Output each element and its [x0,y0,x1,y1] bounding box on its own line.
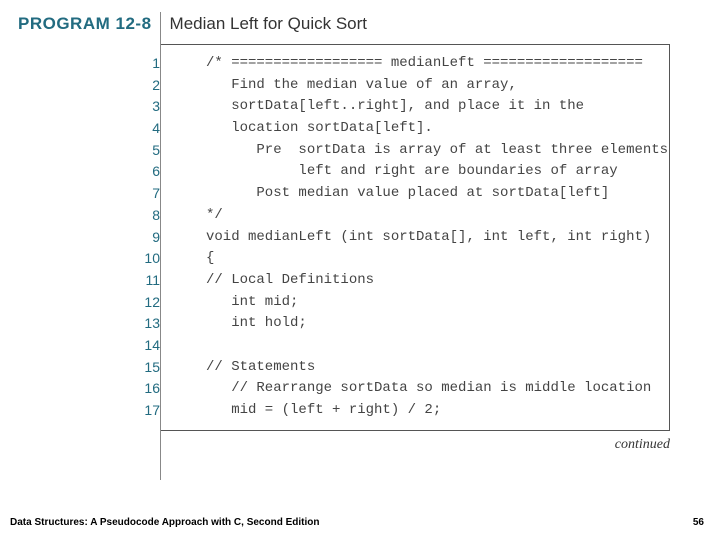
code-line: 16 // Rearrange sortData so median is mi… [172,378,657,400]
code-line: 2 Find the median value of an array, [172,75,657,97]
code-line: 15// Statements [172,357,657,379]
code-line: 17 mid = (left + right) / 2; [172,400,657,422]
vertical-rule [160,12,161,480]
code-line: 7 Post median value placed at sortData[l… [172,183,657,205]
code-line: 4 location sortData[left]. [172,118,657,140]
code-line: 11// Local Definitions [172,270,657,292]
code-line: 10{ [172,248,657,270]
code-line: 9void medianLeft (int sortData[], int le… [172,227,657,249]
code-line: 12 int mid; [172,292,657,314]
program-title: Median Left for Quick Sort [170,14,367,34]
code-listing-box: 1/* ================== medianLeft ======… [160,44,670,431]
footer-book-title: Data Structures: A Pseudocode Approach w… [10,517,319,528]
code-line: 1/* ================== medianLeft ======… [172,53,657,75]
program-label: PROGRAM 12-8 [18,14,152,34]
code-line: 13 int hold; [172,313,657,335]
code-line: 6 left and right are boundaries of array [172,161,657,183]
code-line: 3 sortData[left..right], and place it in… [172,96,657,118]
code-line: 5 Pre sortData is array of at least thre… [172,140,657,162]
page-number: 56 [693,517,704,528]
continued-label: continued [0,437,670,453]
code-line: 14 [172,335,657,357]
code-line: 8*/ [172,205,657,227]
program-header: PROGRAM 12-8 Median Left for Quick Sort [0,0,720,40]
